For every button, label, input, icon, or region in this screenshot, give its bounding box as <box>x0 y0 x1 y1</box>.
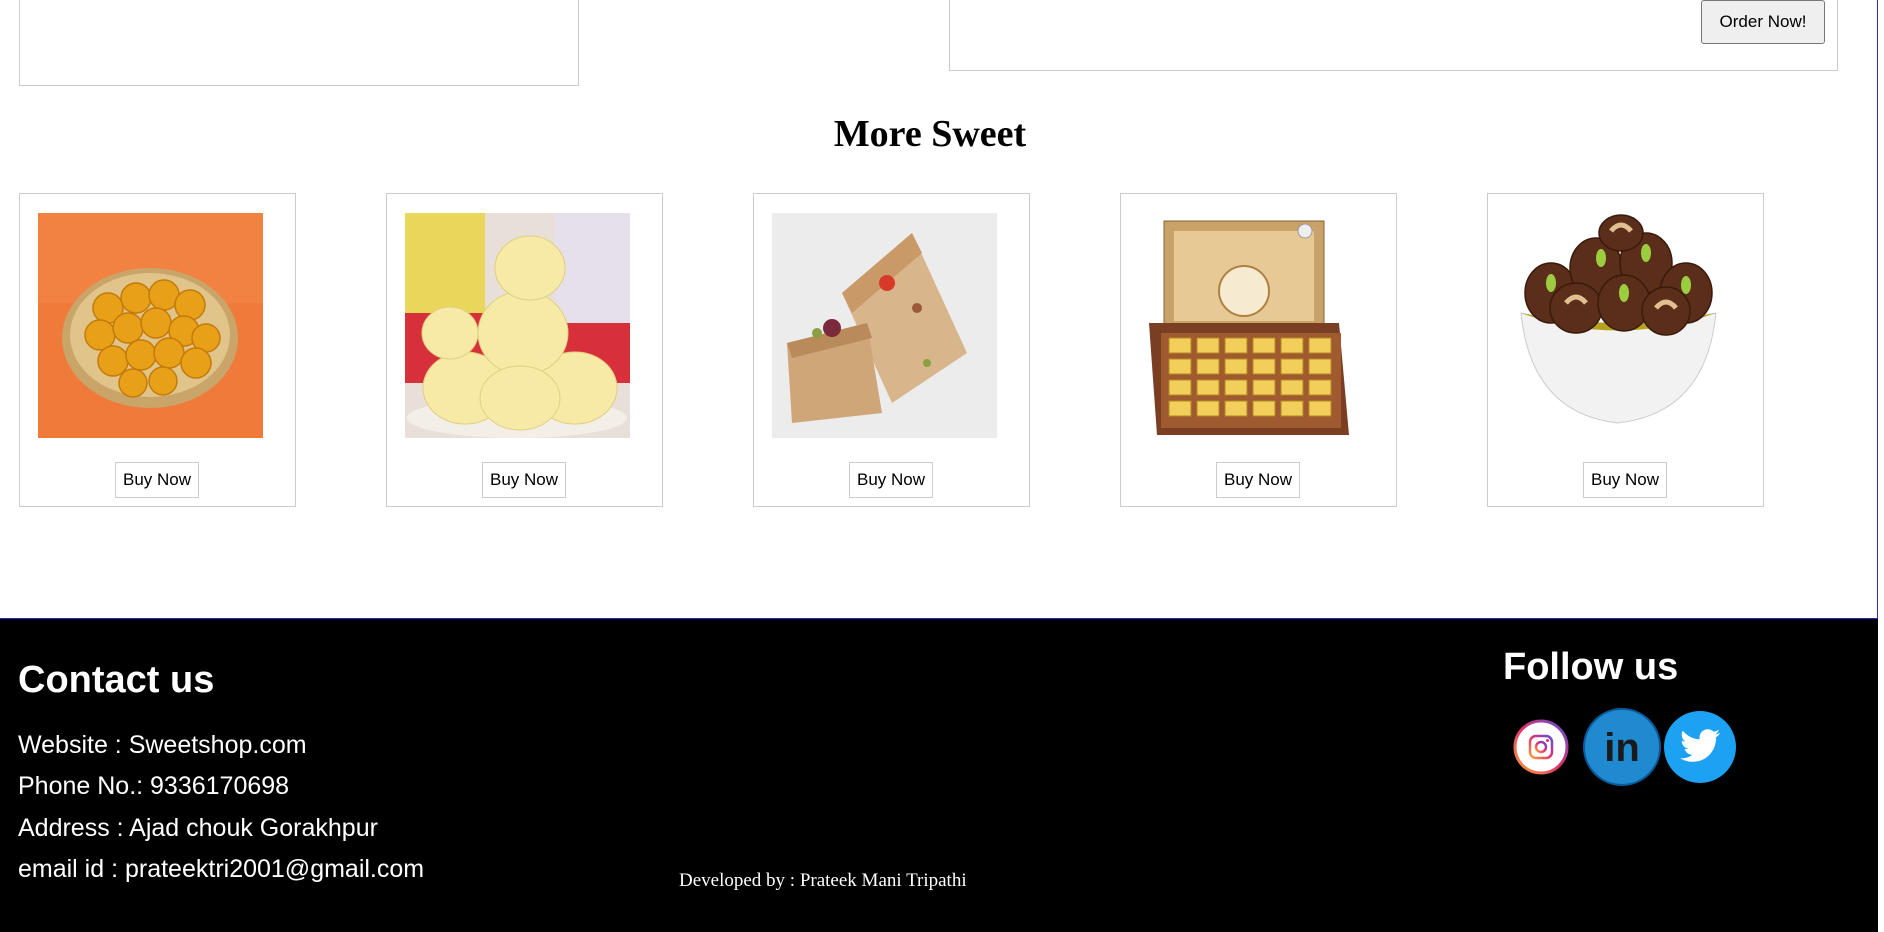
footer: Contact us Website : Sweetshop.com Phone… <box>0 618 1878 932</box>
product-card-rasgulla: Buy Now <box>386 193 663 507</box>
developer-credit: Developed by : Prateek Mani Tripathi <box>679 870 967 891</box>
order-now-button[interactable]: Order Now! <box>1701 0 1825 44</box>
buy-now-button[interactable]: Buy Now <box>1583 462 1667 498</box>
product-card-chocolate-box: Buy Now <box>1120 193 1397 507</box>
previous-order-panel: Order Now! <box>949 0 1838 71</box>
chocolate-box-image <box>1139 213 1364 438</box>
product-card-laddu: Buy Now <box>19 193 296 507</box>
contact-phone: Phone No.: 9336170698 <box>18 772 290 800</box>
buy-now-button[interactable]: Buy Now <box>482 462 566 498</box>
buy-now-button[interactable]: Buy Now <box>849 462 933 498</box>
linkedin-icon[interactable]: in <box>1582 708 1662 792</box>
previous-product-card <box>19 0 579 86</box>
buy-now-button[interactable]: Buy Now <box>1216 462 1300 498</box>
product-card-dry-fruit-sweets: Buy Now <box>1487 193 1764 507</box>
buy-now-button[interactable]: Buy Now <box>115 462 199 498</box>
contact-website: Website : Sweetshop.com <box>18 731 307 759</box>
dry-fruit-sweets-image <box>1506 213 1731 438</box>
product-card-milk-cake: Buy Now <box>753 193 1030 507</box>
laddu-image <box>38 213 263 438</box>
contact-email: email id : prateektri2001@gmail.com <box>18 855 425 883</box>
milk-cake-image <box>772 213 997 438</box>
more-sweet-title: More Sweet <box>833 113 1027 155</box>
instagram-icon[interactable] <box>1512 718 1570 781</box>
rasgulla-image <box>405 213 630 438</box>
contact-address: Address : Ajad chouk Gorakhpur <box>18 814 378 842</box>
svg-text:in: in <box>1604 726 1640 770</box>
twitter-icon[interactable] <box>1662 711 1738 790</box>
page-scroll-edge <box>1877 0 1884 618</box>
contact-title: Contact us <box>18 659 215 701</box>
follow-title: Follow us <box>1503 646 1679 688</box>
